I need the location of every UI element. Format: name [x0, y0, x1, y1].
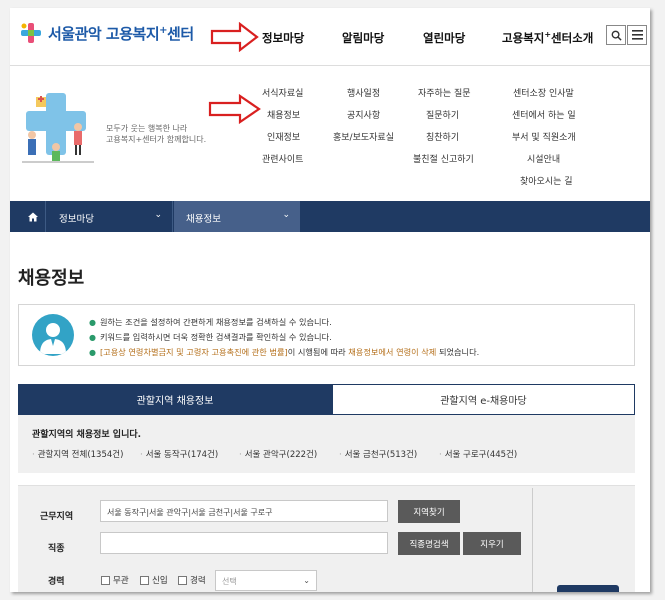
- career-any-checkbox[interactable]: 무관: [101, 574, 129, 586]
- location-field[interactable]: 서울 동작구|서울 관악구|서울 금천구|서울 구로구: [100, 500, 388, 522]
- info-text: ● 원하는 조건을 설정하여 간편하게 채용정보를 검색하실 수 있습니다. ● 키…: [89, 317, 480, 357]
- home-icon: [27, 212, 38, 221]
- region-link-geumcheon[interactable]: 서울 금천구(513건): [339, 448, 417, 460]
- submenu-what-we-do[interactable]: 센터에서 하는 일: [512, 108, 576, 121]
- breadcrumb: 정보마당 ⌄ 채용정보 ⌄: [10, 201, 650, 232]
- breadcrumb-level1-label: 정보마당: [59, 214, 94, 225]
- nav-notice-madang[interactable]: 알림마당: [342, 30, 384, 46]
- logo-text: 서울관악 고용복지+센터: [48, 24, 194, 43]
- red-arrow-icon: [210, 22, 259, 52]
- submenu-press[interactable]: 홍보/보도자료실: [333, 130, 394, 143]
- tab-regional-jobs[interactable]: 관할지역 채용정보: [18, 384, 332, 415]
- career-new-checkbox[interactable]: 신입: [140, 574, 168, 586]
- site-logo[interactable]: 서울관악 고용복지+센터: [20, 22, 194, 44]
- chevron-down-icon: ⌄: [154, 210, 162, 220]
- nav-open-madang[interactable]: 열린마당: [423, 30, 465, 46]
- chevron-down-icon: ⌄: [303, 576, 310, 585]
- region-link-gwanak[interactable]: 서울 관악구(222건): [239, 448, 317, 460]
- nav-center-intro[interactable]: 고용복지+센터소개: [502, 30, 593, 46]
- breadcrumb-level1-dropdown[interactable]: 정보마당 ⌄: [47, 201, 173, 232]
- job-label: 직종: [48, 544, 65, 554]
- person-icon: [32, 314, 74, 356]
- breadcrumb-level2-label: 채용정보: [186, 214, 221, 225]
- region-link-guro[interactable]: 서울 구로구(445건): [439, 448, 517, 460]
- slogan: 모두가 웃는 행복한 나라 고용복지+센터가 함께합니다.: [106, 124, 207, 144]
- region-title: 관할지역의 채용정보 입니다.: [32, 430, 142, 440]
- job-search-button[interactable]: 직종명검색: [398, 532, 460, 555]
- home-button[interactable]: [20, 201, 46, 232]
- breadcrumb-level2-dropdown[interactable]: 채용정보 ⌄: [174, 201, 300, 232]
- search-button[interactable]: [606, 25, 626, 45]
- site-header: 서울관악 고용복지+센터 정보마당 알림마당 열린마당 고용복지+센터소개: [10, 8, 650, 66]
- browser-viewport: 서울관악 고용복지+센터 정보마당 알림마당 열린마당 고용복지+센터소개 모두…: [10, 8, 650, 592]
- form-divider: [532, 488, 533, 592]
- search-icon: [611, 30, 622, 41]
- region-link-all[interactable]: 관할지역 전체(1354건): [32, 448, 124, 460]
- find-region-button[interactable]: 지역찾기: [398, 500, 460, 523]
- submenu-greeting[interactable]: 센터소장 인사말: [513, 86, 574, 99]
- submenu-directions[interactable]: 찾아오시는 길: [520, 174, 573, 187]
- tab-e-recruitment[interactable]: 관할지역 e-채용마당: [332, 384, 635, 415]
- submenu-talent-info[interactable]: 인재정보: [267, 130, 300, 143]
- search-submit-button[interactable]: [557, 585, 619, 592]
- location-label: 근무지역: [40, 512, 74, 522]
- submenu-events[interactable]: 행사일정: [347, 86, 380, 99]
- submenu-job-info[interactable]: 채용정보: [267, 108, 300, 121]
- red-arrow-icon: [208, 94, 261, 124]
- chevron-down-icon: ⌄: [282, 210, 290, 220]
- logo-cross-icon: [21, 23, 41, 43]
- mega-menu: 모두가 웃는 행복한 나라 고용복지+센터가 함께합니다. 서식자료실 채용정보…: [10, 67, 650, 201]
- submenu-staff[interactable]: 부서 및 직원소개: [512, 130, 576, 143]
- info-box: ● 원하는 조건을 설정하여 간편하게 채용정보를 검색하실 수 있습니다. ● 키…: [18, 304, 635, 366]
- page-title: 채용정보: [18, 268, 85, 289]
- submenu-related-sites[interactable]: 관련사이트: [262, 152, 303, 165]
- hamburger-icon: [631, 30, 643, 40]
- submenu-faq[interactable]: 자주하는 질문: [418, 86, 471, 99]
- career-label: 경력: [48, 577, 65, 587]
- submenu-notices[interactable]: 공지사항: [347, 108, 380, 121]
- submenu-facilities[interactable]: 시설안내: [527, 152, 560, 165]
- submenu-praise[interactable]: 칭찬하기: [426, 130, 459, 143]
- nav-info-madang[interactable]: 정보마당: [262, 30, 304, 46]
- illustration-image: [22, 93, 94, 163]
- region-link-dongjak[interactable]: 서울 동작구(174건): [140, 448, 218, 460]
- clear-button[interactable]: 지우기: [463, 532, 521, 555]
- region-summary: 관할지역의 채용정보 입니다. 관할지역 전체(1354건) 서울 동작구(17…: [18, 415, 635, 473]
- career-experienced-checkbox[interactable]: 경력: [178, 574, 206, 586]
- submenu-forms[interactable]: 서식자료실: [262, 86, 303, 99]
- career-select[interactable]: 선택 ⌄: [215, 570, 317, 591]
- job-field[interactable]: [100, 532, 388, 554]
- menu-button[interactable]: [627, 25, 647, 45]
- submenu-ask[interactable]: 질문하기: [426, 108, 459, 121]
- submenu-complaint[interactable]: 불친절 신고하기: [413, 152, 474, 165]
